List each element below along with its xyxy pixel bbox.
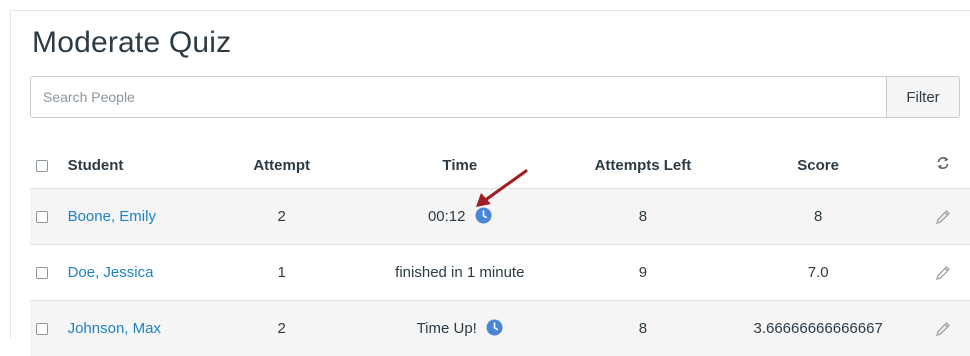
header-attempt[interactable]: Attempt [226,142,337,189]
attempt-cell: 1 [226,245,337,301]
attempts-left-cell: 8 [583,301,704,356]
refresh-icon[interactable] [936,156,950,170]
score-cell: 3.66666666666667 [703,301,933,356]
attempts-left-cell: 9 [583,245,704,301]
header-time[interactable]: Time [337,142,582,189]
time-value: Time Up! [417,320,477,337]
table-row: Johnson, Max 2 Time Up! 8 3.666666666666… [30,301,970,356]
row-checkbox[interactable] [36,211,48,223]
time-value: 00:12 [428,208,466,225]
attempt-cell: 2 [226,189,337,245]
student-link[interactable]: Boone, Emily [68,208,156,225]
student-link[interactable]: Johnson, Max [68,320,161,337]
attempts-left-cell: 8 [583,189,704,245]
page-title: Moderate Quiz [32,26,231,60]
select-all-checkbox[interactable] [36,160,48,172]
header-student[interactable]: Student [67,142,227,189]
clock-icon[interactable] [486,319,503,336]
row-checkbox[interactable] [36,267,48,279]
time-cell: 00:12 [337,189,582,245]
header-checkbox-cell [30,142,67,189]
time-cell: Time Up! [337,301,582,356]
attempt-cell: 2 [226,301,337,356]
pencil-icon[interactable] [934,208,952,226]
header-score[interactable]: Score [703,142,933,189]
student-link[interactable]: Doe, Jessica [68,264,154,281]
filter-button[interactable]: Filter [886,77,959,117]
pencil-icon[interactable] [934,320,952,338]
search-bar: Filter [30,76,960,118]
table-row: Doe, Jessica 1 finished in 1 minute 9 7.… [30,245,970,301]
header-action-cell [933,142,970,189]
score-cell: 7.0 [703,245,933,301]
time-value: finished in 1 minute [395,264,524,281]
header-attempts-left[interactable]: Attempts Left [583,142,704,189]
time-cell: finished in 1 minute [337,245,582,301]
row-checkbox[interactable] [36,323,48,335]
pencil-icon[interactable] [934,264,952,282]
search-input[interactable] [31,77,886,117]
score-cell: 8 [703,189,933,245]
annotation-arrow-icon [470,168,530,210]
